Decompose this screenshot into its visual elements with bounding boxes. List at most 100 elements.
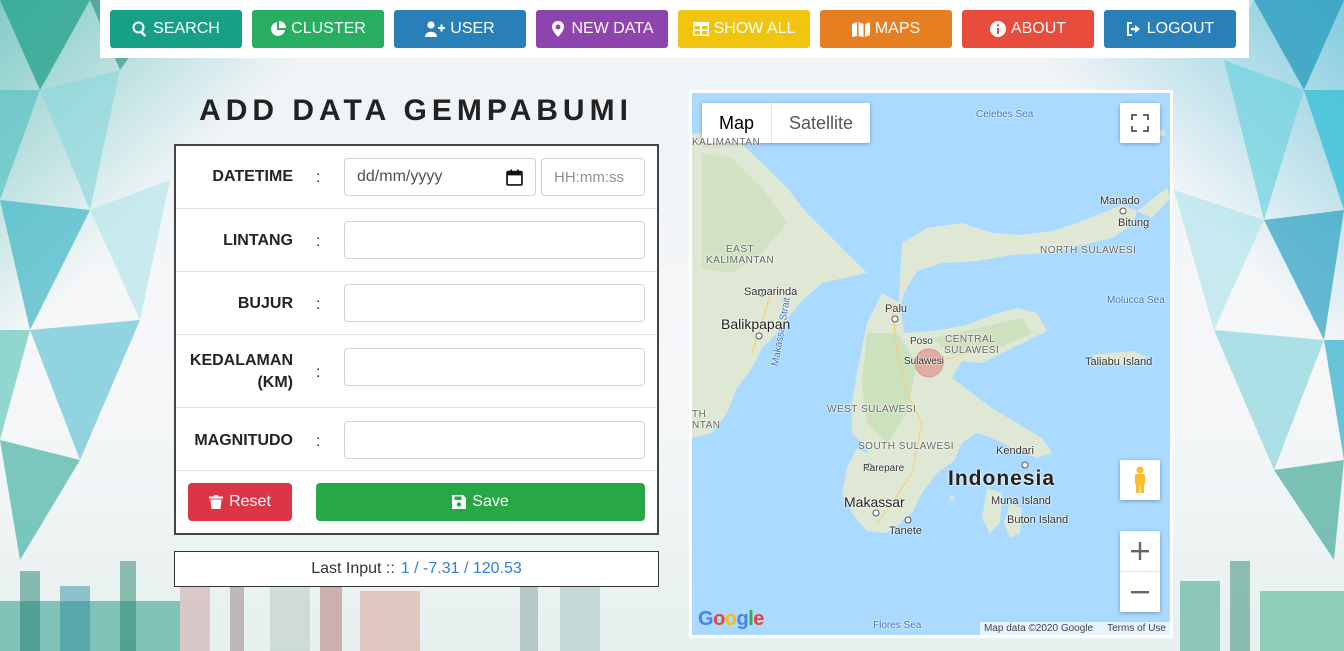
lintang-colon: :	[316, 233, 321, 250]
user-plus-icon	[425, 21, 446, 37]
map-attribution-text: Map data ©2020 Google	[983, 623, 1094, 634]
maps-nav-button[interactable]: MAPS	[820, 10, 952, 48]
new-data-nav-label: NEW DATA	[571, 20, 654, 37]
bujur-label: BUJUR	[237, 295, 293, 312]
map-label-muna: Muna Island	[991, 495, 1051, 507]
map-label-balikpapan: Balikpapan	[721, 316, 791, 332]
map-label-sulawesi: Sulawesi	[904, 356, 945, 367]
google-logo: Google	[698, 608, 764, 630]
kedalaman-colon: :	[316, 364, 321, 381]
last-input-box: Last Input :: 1 / -7.31 / 120.53	[174, 551, 659, 587]
map-label-north-sulawesi: NORTH SULAWESI	[1040, 245, 1137, 256]
map-marker-icon	[552, 21, 565, 37]
zoom-in-button[interactable]	[1120, 532, 1160, 572]
logout-nav-label: LOGOUT	[1146, 20, 1215, 37]
map-label-manado: Manado	[1100, 195, 1140, 207]
pie-chart-icon	[271, 21, 287, 36]
zoom-out-button[interactable]	[1120, 572, 1160, 612]
magnitudo-colon: :	[316, 433, 321, 450]
pegman-icon	[1135, 466, 1145, 493]
map-label-makassar: Makassar	[844, 494, 905, 510]
new-data-nav-button[interactable]: NEW DATA	[536, 10, 668, 48]
maps-nav-label: MAPS	[874, 20, 921, 37]
map-type-satellite-button[interactable]: Satellite	[771, 103, 870, 143]
earthquake-data-form: DATETIME : dd/mm/yyyy LINTANG : BUJUR : …	[174, 144, 659, 535]
last-input-label: Last Input ::	[311, 560, 395, 577]
map-label-ntan: NTAN	[692, 420, 721, 431]
map-label-celebes-sea: Celebes Sea	[976, 109, 1034, 120]
map-label-taliabu: Taliabu Island	[1085, 356, 1153, 368]
fullscreen-button[interactable]	[1120, 103, 1160, 143]
cluster-nav-label: CLUSTER	[291, 20, 366, 37]
bujur-row: BUJUR :	[176, 272, 657, 335]
kedalaman-input[interactable]	[344, 348, 645, 386]
map-label-parepare: Parepare	[863, 463, 905, 474]
date-input[interactable]: dd/mm/yyyy	[344, 158, 536, 196]
save-button-label: Save	[472, 493, 509, 510]
logout-nav-button[interactable]: LOGOUT	[1104, 10, 1236, 48]
reset-button-label: Reset	[229, 493, 271, 510]
save-button[interactable]: Save	[316, 483, 645, 521]
lintang-input[interactable]	[344, 221, 645, 259]
search-icon	[132, 21, 147, 37]
bujur-input[interactable]	[344, 284, 645, 322]
map-label-kendari: Kendari	[996, 445, 1034, 457]
top-navbar: SEARCH CLUSTER USER NEW DATA SHOW ALL MA…	[100, 0, 1249, 58]
plus-icon	[1131, 542, 1149, 560]
map-label-central-sulawesi-2: SULAWESI	[944, 345, 1000, 356]
lintang-label: LINTANG	[223, 232, 293, 249]
map-label-bitung: Bitung	[1118, 217, 1150, 229]
show-all-nav-button[interactable]: SHOW ALL	[678, 10, 810, 48]
date-input-value: dd/mm/yyyy	[357, 168, 443, 185]
map-label-palu: Palu	[885, 303, 908, 315]
save-icon	[452, 495, 467, 509]
user-nav-button[interactable]: USER	[394, 10, 526, 48]
street-view-pegman[interactable]	[1120, 460, 1160, 500]
map-label-kalimantan: KALIMANTAN	[692, 137, 761, 148]
map-label-west-sulawesi: WEST SULAWESI	[827, 404, 917, 415]
magnitudo-label: MAGNITUDO	[194, 432, 293, 449]
map-label-south-sulawesi: SOUTH SULAWESI	[858, 441, 955, 452]
map-label-buton: Buton Island	[1007, 514, 1069, 526]
fullscreen-icon	[1131, 114, 1149, 132]
datetime-colon: :	[316, 169, 321, 186]
map-label-samarinda: Samarinda	[744, 286, 798, 298]
search-nav-button[interactable]: SEARCH	[110, 10, 242, 48]
page-title: ADD DATA GEMPABUMI	[199, 94, 633, 127]
kedalaman-label-line2: (KM)	[257, 374, 293, 391]
info-icon	[989, 21, 1006, 37]
map-terms-link[interactable]: Terms of Use	[1107, 623, 1166, 634]
sign-out-icon	[1126, 22, 1140, 36]
table-icon	[692, 22, 709, 36]
map-label-molucca-sea: Molucca Sea	[1107, 295, 1165, 306]
datetime-label: DATETIME	[212, 168, 293, 185]
map-label-tanete: Tanete	[889, 525, 923, 537]
map-label-flores-sea: Flores Sea	[873, 620, 922, 631]
time-input[interactable]	[541, 158, 645, 196]
kedalaman-label: KEDALAMAN (KM)	[190, 350, 293, 394]
cluster-nav-button[interactable]: CLUSTER	[252, 10, 384, 48]
zoom-control	[1120, 531, 1160, 612]
calendar-icon[interactable]	[506, 169, 523, 186]
lintang-row: LINTANG :	[176, 209, 657, 272]
map-icon	[851, 22, 870, 37]
map-attribution: Map data ©2020 Google Terms of Use	[979, 622, 1170, 635]
reset-button[interactable]: Reset	[188, 483, 292, 521]
bujur-colon: :	[316, 296, 321, 313]
trash-icon	[209, 495, 224, 509]
map-label-east-kalimantan-1: EAST	[726, 244, 755, 255]
map-view[interactable]: Map Satellite Celebes Sea Molucca Sea Ma…	[689, 90, 1173, 638]
show-all-nav-label: SHOW ALL	[713, 20, 796, 37]
about-nav-button[interactable]: ABOUT	[962, 10, 1094, 48]
map-label-th: TH	[692, 409, 707, 420]
minus-icon	[1131, 590, 1149, 593]
user-nav-label: USER	[450, 20, 495, 37]
about-nav-label: ABOUT	[1010, 20, 1067, 37]
map-label-indonesia: Indonesia	[948, 467, 1056, 490]
kedalaman-label-line1: KEDALAMAN	[189, 352, 293, 369]
map-label-east-kalimantan-2: KALIMANTAN	[706, 255, 775, 266]
map-label-poso: Poso	[910, 336, 933, 347]
magnitudo-input[interactable]	[344, 421, 645, 459]
map-label-central-sulawesi-1: CENTRAL	[945, 334, 996, 345]
magnitudo-row: MAGNITUDO :	[176, 408, 657, 471]
